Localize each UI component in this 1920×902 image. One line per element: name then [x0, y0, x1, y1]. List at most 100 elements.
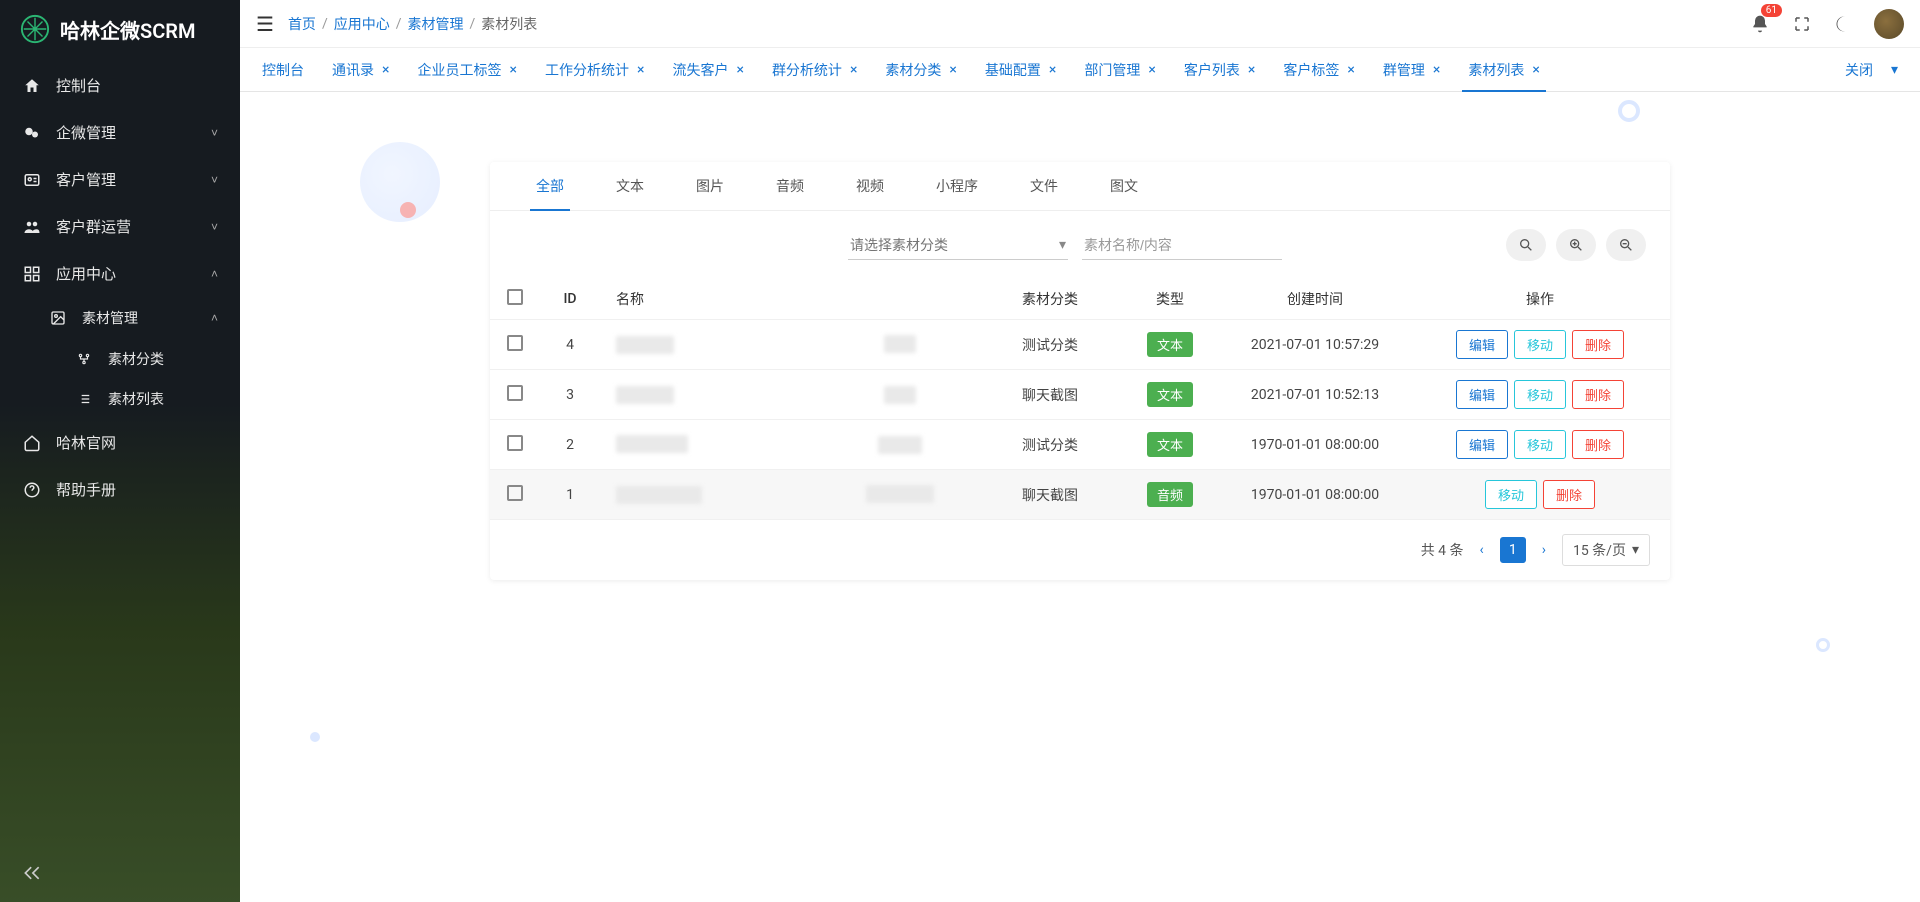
close-icon[interactable]: × [850, 62, 857, 78]
sidebar-item[interactable]: 素材列表 [52, 379, 240, 419]
sidebar-item[interactable]: 客户管理˅ [0, 156, 240, 203]
close-icon[interactable]: × [1248, 62, 1255, 78]
material-type-tab[interactable]: 小程序 [910, 162, 1004, 210]
page-tab[interactable]: 客户标签 × [1269, 48, 1368, 92]
page-tab[interactable]: 部门管理× [1070, 48, 1169, 92]
page-tab[interactable]: 群分析统计× [758, 48, 871, 92]
row-action-button[interactable]: 编辑 [1456, 330, 1508, 359]
page-tab[interactable]: 群管理 × [1369, 48, 1454, 92]
sidebar-item[interactable]: 企微管理˅ [0, 109, 240, 156]
sidebar-item[interactable]: 应用中心˄ [0, 250, 240, 297]
cell-content: xx [820, 420, 980, 470]
row-action-button[interactable]: 删除 [1572, 430, 1624, 459]
row-action-button[interactable]: 移动 [1514, 430, 1566, 459]
row-checkbox[interactable] [507, 435, 523, 451]
pagination-page-size[interactable]: 15 条/页 ▾ [1562, 534, 1650, 566]
material-type-tab[interactable]: 全部 [510, 162, 590, 210]
page-tab[interactable]: 通讯录× [318, 48, 403, 92]
row-action-button[interactable]: 编辑 [1456, 380, 1508, 409]
select-all-checkbox[interactable] [507, 289, 523, 305]
breadcrumb-link[interactable]: 首页 [288, 14, 316, 34]
material-type-tab[interactable]: 音频 [750, 162, 830, 210]
search-button[interactable] [1506, 229, 1546, 261]
sidebar-item[interactable]: 控制台 [0, 62, 240, 109]
th-name: 名称 [600, 279, 820, 320]
pagination-next[interactable]: › [1536, 538, 1552, 562]
row-action-button[interactable]: 删除 [1543, 480, 1595, 509]
sidebar-item-label: 素材列表 [108, 389, 218, 409]
reset-button[interactable] [1606, 229, 1646, 261]
row-checkbox[interactable] [507, 385, 523, 401]
breadcrumb-link[interactable]: 应用中心 [334, 14, 390, 34]
material-type-tab[interactable]: 图片 [670, 162, 750, 210]
material-type-tab[interactable]: 文件 [1004, 162, 1084, 210]
page-tab[interactable]: 素材分类× [871, 48, 970, 92]
page-tab[interactable]: 素材列表× [1454, 48, 1553, 92]
row-checkbox[interactable] [507, 485, 523, 501]
tabs-dropdown-icon[interactable]: ▾ [1891, 62, 1898, 78]
th-created: 创建时间 [1220, 279, 1410, 320]
close-icon[interactable]: × [509, 62, 516, 78]
chevron-down-icon: ˅ [211, 173, 218, 187]
breadcrumb-link[interactable]: 素材管理 [408, 14, 464, 34]
search-input[interactable] [1082, 231, 1282, 260]
pagination-page-1[interactable]: 1 [1500, 537, 1526, 563]
page-tab-label: 客户标签 [1283, 60, 1339, 80]
close-icon[interactable]: × [736, 62, 743, 78]
sidebar-item[interactable]: 素材分类 [52, 339, 240, 379]
sidebar-item[interactable]: 哈林官网 [0, 419, 240, 466]
zoom-in-button[interactable] [1556, 229, 1596, 261]
type-tag: 文本 [1147, 382, 1193, 407]
dark-mode-button[interactable] [1832, 12, 1856, 36]
sidebar-item-label: 素材分类 [108, 349, 218, 369]
sidebar-item[interactable]: 素材管理˄ [26, 297, 240, 339]
tabs-close-all[interactable]: 关闭 [1845, 60, 1873, 80]
material-type-tabs: 全部文本图片音频视频小程序文件图文 [490, 162, 1670, 211]
row-action-button[interactable]: 移动 [1514, 330, 1566, 359]
row-action-button[interactable]: 删除 [1572, 380, 1624, 409]
row-action-button[interactable]: 移动 [1485, 480, 1537, 509]
page-tab[interactable]: 控制台 [248, 48, 318, 92]
close-icon[interactable]: × [949, 62, 956, 78]
notifications-button[interactable]: 61 [1748, 12, 1772, 36]
category-select[interactable]: ▾ [848, 231, 1068, 260]
user-avatar[interactable] [1874, 9, 1904, 39]
pagination-prev[interactable]: ‹ [1474, 538, 1490, 562]
close-icon[interactable]: × [1347, 62, 1354, 78]
id-card-icon [22, 170, 42, 190]
brand-logo[interactable]: 哈林企微SCRM [0, 0, 240, 58]
page-tab-label: 群管理 [1383, 60, 1425, 80]
close-icon[interactable]: × [1148, 62, 1155, 78]
fullscreen-button[interactable] [1790, 12, 1814, 36]
row-action-button[interactable]: 编辑 [1456, 430, 1508, 459]
material-type-tab[interactable]: 视频 [830, 162, 910, 210]
material-type-tab[interactable]: 图文 [1084, 162, 1164, 210]
close-icon[interactable]: × [382, 62, 389, 78]
page-tab[interactable]: 客户列表 × [1170, 48, 1269, 92]
sidebar-item[interactable]: 帮助手册 [0, 466, 240, 513]
page-tab[interactable]: 基础配置× [971, 48, 1070, 92]
page-tab-label: 客户列表 [1184, 60, 1240, 80]
row-action-button[interactable]: 移动 [1514, 380, 1566, 409]
page-tab-label: 工作分析统计 [545, 60, 629, 80]
category-select-input[interactable] [848, 231, 1068, 260]
sidebar-collapse-button[interactable] [22, 867, 42, 888]
close-icon[interactable]: × [1433, 62, 1440, 78]
row-action-button[interactable]: 删除 [1572, 330, 1624, 359]
page-tab[interactable]: 工作分析统计 × [531, 48, 658, 92]
chevron-down-icon: ˅ [211, 220, 218, 234]
sidebar-item-label: 控制台 [56, 75, 218, 96]
hamburger-icon[interactable]: ☰ [256, 12, 274, 36]
material-table: ID 名称 素材分类 类型 创建时间 操作 4xx式测试分类文本2021-07-… [490, 279, 1670, 520]
close-icon[interactable]: × [1532, 62, 1539, 78]
page-tab[interactable]: 流失客户 × [658, 48, 757, 92]
table-row: 3xxx聊天截图文本2021-07-01 10:52:13编辑移动删除 [490, 370, 1670, 420]
page-tab-label: 流失客户 [672, 60, 728, 80]
close-icon[interactable]: × [637, 62, 644, 78]
material-type-tab[interactable]: 文本 [590, 162, 670, 210]
page-tab[interactable]: 企业员工标签× [403, 48, 530, 92]
close-icon[interactable]: × [1049, 62, 1056, 78]
cell-created: 1970-01-01 08:00:00 [1220, 470, 1410, 520]
sidebar-item[interactable]: 客户群运营˅ [0, 203, 240, 250]
row-checkbox[interactable] [507, 335, 523, 351]
